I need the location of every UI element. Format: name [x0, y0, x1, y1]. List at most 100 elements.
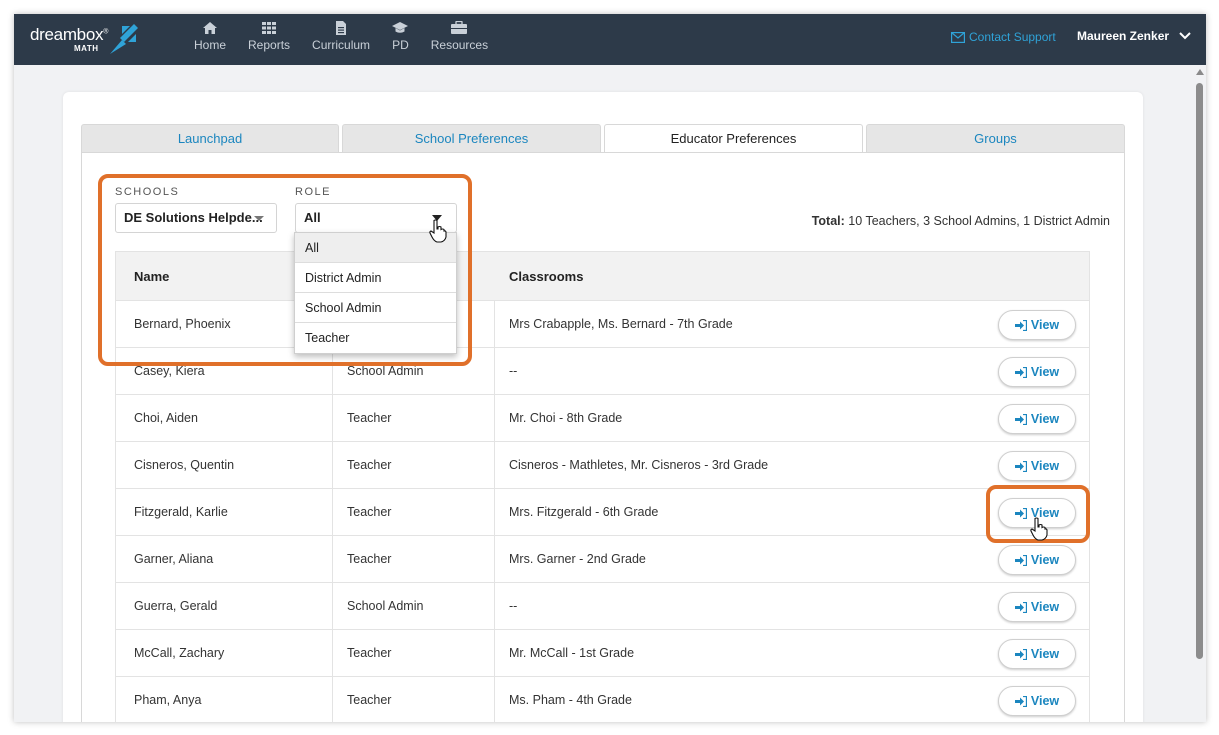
cell-name: Cisneros, Quentin	[116, 442, 333, 488]
cell-name: Fitzgerald, Karlie	[116, 489, 333, 535]
tab-educator-preferences[interactable]: Educator Preferences	[604, 124, 863, 153]
document-icon	[336, 21, 347, 35]
view-button-label: View	[1030, 553, 1060, 567]
contact-support-label: Contact Support	[969, 30, 1056, 44]
cell-role: Teacher	[333, 630, 495, 676]
table-row: Cisneros, Quentin Teacher Cisneros - Mathl…	[115, 442, 1090, 489]
dreambox-logo[interactable]: dreambox® MATH	[30, 24, 160, 56]
scroll-up-arrow-icon[interactable]	[1196, 69, 1204, 75]
tab-educator-preferences-label: Educator Preferences	[670, 131, 797, 146]
logo-name: dreambox	[30, 25, 104, 44]
role-label: ROLE	[295, 186, 331, 198]
sign-in-icon	[1014, 648, 1027, 660]
view-button[interactable]: View	[998, 357, 1076, 387]
table-body: Bernard, Phoenix Mrs Crabapple, Ms. Berna…	[115, 301, 1090, 722]
cell-name: Pham, Anya	[116, 677, 333, 722]
tab-school-preferences[interactable]: School Preferences	[342, 124, 601, 152]
nav-pd-label: PD	[392, 38, 409, 52]
cell-name: Guerra, Gerald	[116, 583, 333, 629]
preferences-card: Launchpad School Preferences Educator Pr…	[63, 92, 1143, 722]
sign-in-icon	[1014, 554, 1027, 566]
nav-reports[interactable]: Reports	[248, 21, 290, 61]
total-summary: Total: 10 Teachers, 3 School Admins, 1 D…	[812, 214, 1110, 228]
chevron-down-icon	[1179, 32, 1191, 40]
view-button-label: View	[1030, 600, 1060, 614]
table-row: Guerra, Gerald School Admin -- View	[115, 583, 1090, 630]
view-button[interactable]: View	[998, 545, 1076, 575]
role-option-school-admin[interactable]: School Admin	[295, 293, 456, 323]
cell-role: Teacher	[333, 395, 495, 441]
view-button[interactable]: View	[998, 639, 1076, 669]
nav-resources[interactable]: Resources	[431, 21, 488, 61]
scrollbar-thumb[interactable]	[1196, 83, 1203, 659]
cell-role: Teacher	[333, 677, 495, 722]
cell-role: School Admin	[333, 583, 495, 629]
main-nav: Home Reports Curriculum PD Resources	[194, 21, 510, 61]
vertical-scrollbar[interactable]	[1192, 65, 1206, 722]
tab-launchpad[interactable]: Launchpad	[81, 124, 339, 152]
caret-down-icon	[254, 216, 264, 221]
nav-pd[interactable]: PD	[392, 21, 409, 61]
view-button-label: View	[1030, 459, 1060, 473]
role-option-teacher[interactable]: Teacher	[295, 323, 456, 353]
tab-groups[interactable]: Groups	[866, 124, 1125, 152]
sign-in-icon	[1014, 413, 1027, 425]
sign-in-icon	[1014, 601, 1027, 613]
table-row: McCall, Zachary Teacher Mr. McCall - 1st G…	[115, 630, 1090, 677]
grid-icon	[262, 22, 277, 34]
sign-in-icon	[1014, 319, 1027, 331]
home-icon	[203, 22, 217, 34]
rocket-logo-icon	[110, 24, 138, 54]
contact-support-link[interactable]: Contact Support	[951, 30, 1056, 44]
nav-home[interactable]: Home	[194, 21, 226, 61]
view-button-label: View	[1030, 694, 1060, 708]
cell-role: Teacher	[333, 489, 495, 535]
total-label: Total:	[811, 214, 845, 228]
logo-subtitle: MATH	[74, 44, 99, 53]
view-button-label: View	[1030, 318, 1060, 332]
briefcase-icon	[451, 21, 468, 34]
role-option-district-admin[interactable]: District Admin	[295, 263, 456, 293]
view-button-label: View	[1030, 412, 1060, 426]
cell-name: Casey, Kiera	[116, 348, 333, 394]
nav-resources-label: Resources	[430, 38, 489, 52]
role-dropdown-menu: All District Admin School Admin Teacher	[294, 232, 457, 354]
table-row: Fitzgerald, Karlie Teacher Mrs. Fitzgerald…	[115, 489, 1090, 536]
role-select-value: All	[304, 210, 321, 225]
schools-select[interactable]: DE Solutions Helpde...	[115, 203, 277, 233]
total-text: 10 Teachers, 3 School Admins, 1 District…	[848, 214, 1110, 228]
user-menu[interactable]: Maureen Zenker	[1077, 29, 1191, 43]
user-name: Maureen Zenker	[1077, 29, 1170, 43]
table-row: Pham, Anya Teacher Ms. Pham - 4th Grade Vie…	[115, 677, 1090, 722]
cell-role: School Admin	[333, 348, 495, 394]
sign-in-icon	[1014, 460, 1027, 472]
view-button[interactable]: View	[998, 310, 1076, 340]
cell-role: Teacher	[333, 442, 495, 488]
cell-role: Teacher	[333, 536, 495, 582]
view-button[interactable]: View	[998, 404, 1076, 434]
hand-cursor-icon	[1030, 517, 1048, 541]
cell-name: McCall, Zachary	[116, 630, 333, 676]
tab-launchpad-label: Launchpad	[177, 131, 243, 146]
table-row: Choi, Aiden Teacher Mr. Choi - 8th Grade Vi…	[115, 395, 1090, 442]
tab-groups-label: Groups	[974, 131, 1017, 146]
view-button[interactable]: View	[998, 592, 1076, 622]
cell-name: Choi, Aiden	[116, 395, 333, 441]
graduation-cap-icon	[392, 22, 409, 33]
cell-name: Garner, Aliana	[116, 536, 333, 582]
nav-reports-label: Reports	[248, 38, 291, 52]
nav-curriculum-label: Curriculum	[312, 38, 371, 52]
schools-select-value: DE Solutions Helpde...	[124, 210, 263, 225]
tab-school-preferences-label: School Preferences	[414, 131, 529, 146]
table-row: Casey, Kiera School Admin -- View	[115, 348, 1090, 395]
header-classrooms[interactable]: Classrooms	[495, 252, 1089, 300]
view-button[interactable]: View	[998, 451, 1076, 481]
hand-cursor-icon	[429, 219, 447, 243]
view-button[interactable]: View	[998, 686, 1076, 716]
tab-bar: Launchpad School Preferences Educator Pr…	[81, 124, 1125, 153]
view-button-label: View	[1030, 647, 1060, 661]
nav-curriculum[interactable]: Curriculum	[312, 21, 370, 61]
educators-table: Name Role Classrooms Bernard, PhoenixMrs…	[115, 251, 1090, 722]
schools-label: SCHOOLS	[115, 186, 180, 198]
envelope-icon	[951, 31, 965, 43]
